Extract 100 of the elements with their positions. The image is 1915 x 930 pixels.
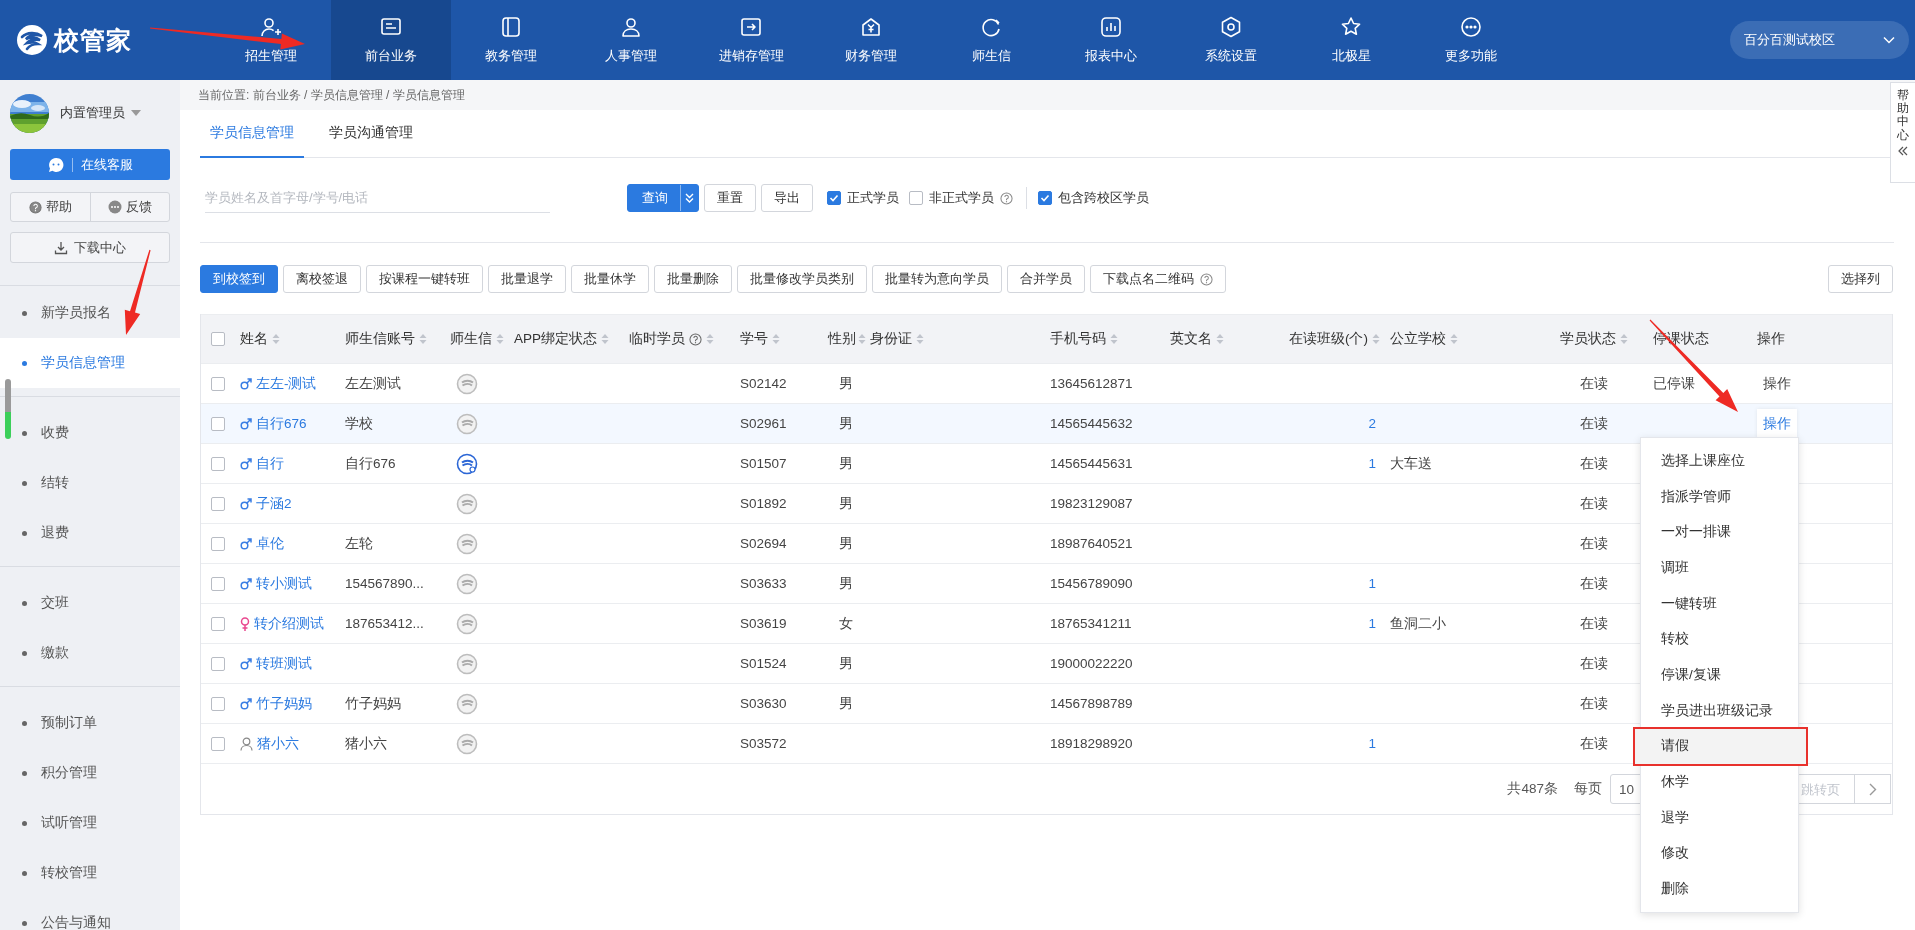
sort-icon[interactable] [419, 333, 427, 345]
menu-item[interactable]: 指派学管师 [1641, 478, 1798, 515]
help-center-tab[interactable]: 帮助中心 [1890, 82, 1915, 183]
tab[interactable]: 学员沟通管理 [319, 110, 423, 158]
sort-icon[interactable] [1216, 333, 1224, 345]
query-button[interactable]: 查询 [627, 184, 699, 212]
action-button[interactable]: 批量转为意向学员 [872, 265, 1002, 293]
tab[interactable]: 学员信息管理 [200, 110, 304, 158]
sort-icon[interactable] [916, 333, 924, 345]
sort-icon[interactable] [272, 333, 280, 345]
next-page-button[interactable] [1854, 774, 1891, 804]
row-checkbox[interactable] [210, 576, 225, 591]
search-field[interactable]: 学员姓名及首字母/学号/电话 [205, 183, 550, 213]
nav-tab[interactable]: 更多功能 [1411, 0, 1531, 80]
sidebar-item[interactable]: 转校管理 [0, 848, 180, 898]
row-checkbox[interactable] [210, 456, 225, 471]
row-checkbox[interactable] [210, 376, 225, 391]
nav-tab[interactable]: 师生信 [931, 0, 1051, 80]
sidebar-item[interactable]: 结转 [0, 458, 180, 508]
action-button[interactable]: 离校签退 [283, 265, 361, 293]
menu-item[interactable]: 删除 [1641, 871, 1798, 907]
sidebar-item[interactable]: 缴款 [0, 628, 180, 678]
online-service-button[interactable]: 在线客服 [10, 149, 170, 180]
student-name-link[interactable]: 子涵2 [256, 494, 292, 513]
action-button[interactable]: 批量休学 [571, 265, 649, 293]
student-name-link[interactable]: 自行676 [256, 414, 307, 433]
action-button[interactable]: 批量退学 [488, 265, 566, 293]
action-link[interactable]: 操作 [1757, 409, 1797, 438]
sidebar-item[interactable]: 学员信息管理 [0, 338, 180, 388]
class-count-link[interactable]: 1 [1368, 616, 1376, 631]
menu-item[interactable]: 学员进出班级记录 [1641, 692, 1798, 729]
sort-icon[interactable] [858, 333, 866, 345]
sort-icon[interactable] [1110, 333, 1118, 345]
class-count-link[interactable]: 1 [1368, 736, 1376, 751]
sort-icon[interactable] [601, 333, 609, 345]
student-name-link[interactable]: 竹子妈妈 [256, 694, 312, 713]
student-name-link[interactable]: 转介绍测试 [254, 614, 324, 633]
student-name-link[interactable]: 转班测试 [256, 654, 312, 673]
feedback-button[interactable]: 反馈 [89, 193, 169, 221]
action-button[interactable]: 合并学员 [1007, 265, 1085, 293]
class-count-link[interactable]: 1 [1368, 576, 1376, 591]
student-name-link[interactable]: 猪小六 [257, 734, 299, 753]
nav-tab[interactable]: 报表中心 [1051, 0, 1171, 80]
sidebar-item[interactable]: 公告与通知 [0, 898, 180, 930]
column-chooser-button[interactable]: 选择列 [1828, 265, 1893, 293]
action-button[interactable]: 到校签到 [200, 265, 278, 293]
menu-item[interactable]: 修改 [1641, 835, 1798, 872]
menu-item[interactable]: 调班 [1641, 550, 1798, 586]
nav-tab[interactable]: 进销存管理 [691, 0, 811, 80]
student-name-link[interactable]: 转小测试 [256, 574, 312, 593]
sort-icon[interactable] [772, 333, 780, 345]
sidebar-item[interactable]: 预制订单 [0, 698, 180, 748]
action-button[interactable]: 下载点名二维码 [1090, 265, 1226, 293]
action-button[interactable]: 按课程一键转班 [366, 265, 483, 293]
row-checkbox[interactable] [210, 616, 225, 631]
row-checkbox[interactable] [210, 736, 225, 751]
row-checkbox[interactable] [210, 416, 225, 431]
student-name-link[interactable]: 卓伦 [256, 534, 284, 553]
filter-checkbox[interactable] [827, 191, 841, 205]
action-link[interactable]: 操作 [1757, 369, 1797, 398]
class-count-link[interactable]: 1 [1368, 456, 1376, 471]
student-name-link[interactable]: 自行 [256, 454, 284, 473]
menu-item[interactable]: 一键转班 [1641, 585, 1798, 622]
student-name-link[interactable]: 左左-测试 [256, 374, 317, 393]
menu-item[interactable]: 请假 [1635, 728, 1806, 765]
sidebar-item[interactable]: 交班 [0, 578, 180, 628]
row-checkbox[interactable] [210, 656, 225, 671]
nav-tab[interactable]: 财务管理 [811, 0, 931, 80]
filter-checkbox[interactable] [1038, 191, 1052, 205]
sidebar-item[interactable]: 试听管理 [0, 798, 180, 848]
menu-item[interactable]: 停课/复课 [1641, 657, 1798, 693]
help-button[interactable]: 帮助 [11, 193, 90, 221]
menu-item[interactable]: 转校 [1641, 621, 1798, 658]
filter-checkbox[interactable] [909, 191, 923, 205]
caret-down-icon[interactable] [131, 110, 141, 116]
download-center-button[interactable]: 下载中心 [10, 232, 170, 263]
sidebar-item[interactable]: 积分管理 [0, 748, 180, 798]
sidebar-item[interactable]: 新学员报名 [0, 288, 180, 338]
filter-button[interactable]: 重置 [704, 184, 756, 212]
sidebar-item[interactable]: 退费 [0, 508, 180, 558]
nav-tab[interactable]: 前台业务 [331, 0, 451, 80]
row-checkbox[interactable] [210, 496, 225, 511]
menu-item[interactable]: 一对一排课 [1641, 514, 1798, 551]
class-count-link[interactable]: 2 [1368, 416, 1376, 431]
scrollbar[interactable] [5, 379, 11, 439]
highlighted-row[interactable]: 自行676 学校 S02961 男 14565445632 2 在读 操作 [201, 403, 1892, 443]
sort-icon[interactable] [1450, 333, 1458, 345]
nav-tab[interactable]: 人事管理 [571, 0, 691, 80]
menu-item[interactable]: 选择上课座位 [1641, 443, 1798, 479]
nav-tab[interactable]: 招生管理 [211, 0, 331, 80]
filter-button[interactable]: 导出 [761, 184, 813, 212]
sort-icon[interactable] [496, 333, 504, 345]
sidebar-item[interactable]: 收费 [0, 408, 180, 458]
nav-tab[interactable]: 北极星 [1291, 0, 1411, 80]
action-button[interactable]: 批量修改学员类别 [737, 265, 867, 293]
campus-selector[interactable]: 百分百测试校区 [1730, 21, 1909, 59]
row-checkbox[interactable] [210, 696, 225, 711]
nav-tab[interactable]: 教务管理 [451, 0, 571, 80]
sort-icon[interactable] [706, 333, 714, 345]
row-checkbox[interactable] [210, 536, 225, 551]
